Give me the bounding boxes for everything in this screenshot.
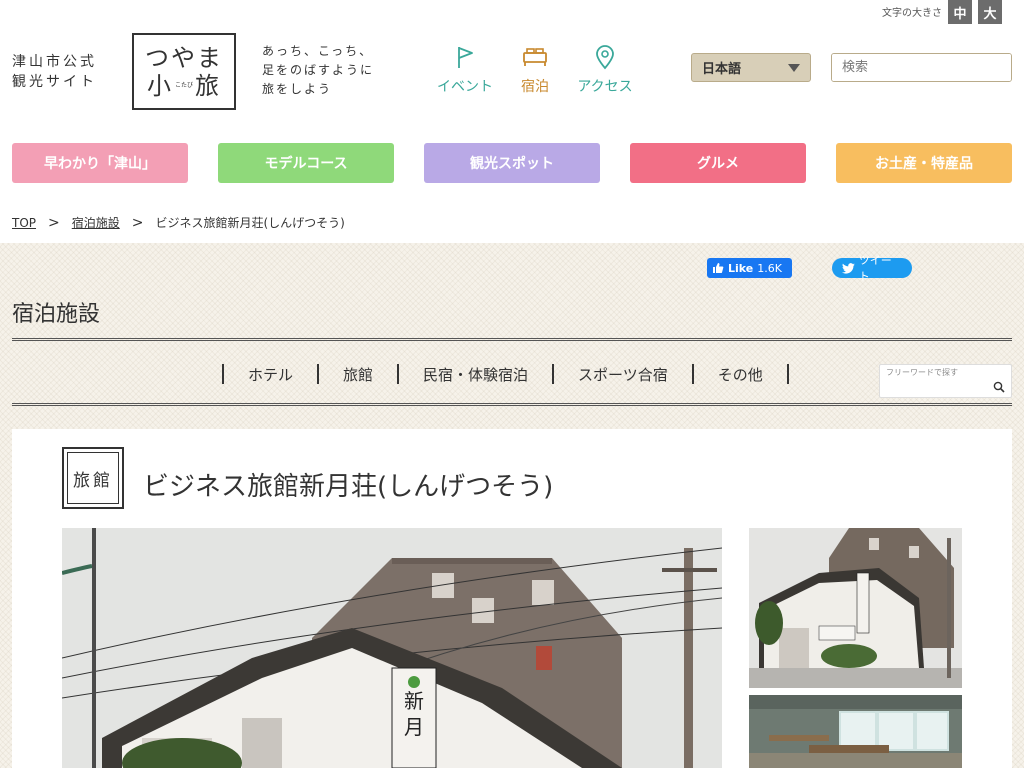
site-header: 津山市公式 観光サイト つやま 小 こたび 旅 あっち、こっち、 足をのばすよう… (0, 0, 1024, 130)
category-souvenir-button[interactable]: お土産・特産品 (836, 143, 1012, 183)
logo-right-char: 旅 (195, 71, 221, 100)
site-logo[interactable]: つやま 小 こたび 旅 (132, 33, 236, 110)
accommodation-subnav: ホテル 旅館 民宿・体験宿泊 スポーツ合宿 その他 (222, 362, 789, 386)
logo-bottom-text: 小 こたび 旅 (147, 72, 221, 100)
language-select[interactable]: 日本語 (691, 53, 811, 82)
category-gourmet-button[interactable]: グルメ (630, 143, 806, 183)
site-label-line2: 観光サイト (12, 74, 97, 90)
category-model-course-button[interactable]: モデルコース (218, 143, 394, 183)
breadcrumb-separator: > (131, 214, 144, 231)
building-photo: 新 月 (62, 528, 722, 768)
free-word-search-input[interactable] (886, 368, 991, 377)
nav-access[interactable]: アクセス (570, 44, 640, 96)
font-size-large-button[interactable]: 大 (978, 0, 1002, 24)
exterior-thumbnail-image (749, 528, 962, 688)
gallery-thumbnail[interactable] (749, 695, 962, 768)
search-input[interactable] (832, 54, 1011, 81)
nav-event[interactable]: イベント (430, 44, 500, 96)
divider (12, 338, 1012, 341)
category-overview-button[interactable]: 早わかり「津山」 (12, 143, 188, 183)
category-sightseeing-button[interactable]: 観光スポット (424, 143, 600, 183)
interior-thumbnail-image (749, 695, 962, 768)
nav-event-label: イベント (437, 79, 493, 95)
site-label-line1: 津山市公式 (12, 54, 97, 70)
header-nav: イベント 宿泊 アクセス (430, 44, 640, 96)
tweet-label: ツイート (858, 254, 892, 283)
language-value: 日本語 (702, 62, 742, 77)
page-title: 宿泊施設 (12, 302, 101, 327)
site-label: 津山市公式 観光サイト (12, 52, 97, 92)
map-pin-icon (596, 45, 614, 70)
subnav-minshuku[interactable]: 民宿・体験宿泊 (399, 364, 552, 385)
main-photo: 新 月 (62, 528, 722, 768)
logo-top-text: つやま (145, 43, 223, 72)
logo-left-char: 小 (146, 71, 173, 100)
facebook-like-button[interactable]: Like 1.6K (707, 258, 792, 278)
gallery-thumbnail[interactable] (749, 528, 962, 688)
subnav-ryokan[interactable]: 旅館 (319, 364, 397, 385)
breadcrumb-top-link[interactable]: TOP (12, 216, 36, 230)
nav-stay-label: 宿泊 (521, 79, 549, 95)
breadcrumb-parent-link[interactable]: 宿泊施設 (72, 214, 120, 231)
sign-text: 新 (404, 689, 424, 713)
breadcrumb-separator: > (48, 214, 60, 231)
subnav-sports-camp[interactable]: スポーツ合宿 (554, 364, 692, 385)
tagline-line2: 足をのばすように (262, 63, 375, 77)
tweet-button[interactable]: ツイート (832, 254, 912, 283)
site-search (831, 53, 1012, 82)
facebook-like-label: Like (728, 261, 754, 275)
tagline-line3: 旅をしよう (262, 82, 333, 96)
sign-text: 月 (404, 715, 424, 739)
free-word-search (879, 364, 1012, 398)
tagline: あっち、こっち、 足をのばすように 旅をしよう (262, 42, 374, 99)
divider (12, 403, 1012, 406)
breadcrumb-current: ビジネス旅館新月荘(しんげつそう) (155, 216, 345, 230)
thumbs-up-icon (713, 263, 724, 273)
breadcrumb: TOP > 宿泊施設 > ビジネス旅館新月荘(しんげつそう) (12, 214, 345, 231)
bed-icon (523, 48, 547, 66)
category-badge: 旅館 (62, 447, 124, 509)
tagline-line1: あっち、こっち、 (262, 44, 374, 58)
font-size-label: 文字の大きさ (882, 8, 942, 19)
search-icon[interactable] (993, 381, 1005, 393)
divider (786, 364, 789, 384)
chevron-down-icon (788, 63, 800, 72)
facebook-like-count: 1.6K (757, 261, 782, 275)
logo-ruby: こたび (174, 81, 193, 89)
flag-icon (458, 47, 473, 68)
subnav-hotel[interactable]: ホテル (224, 364, 317, 385)
nav-access-label: アクセス (577, 79, 633, 95)
detail-title: ビジネス旅館新月荘(しんげつそう) (143, 472, 554, 502)
twitter-bird-icon (842, 262, 855, 274)
font-size-medium-button[interactable]: 中 (948, 0, 972, 24)
subnav-other[interactable]: その他 (694, 364, 787, 385)
nav-stay[interactable]: 宿泊 (500, 44, 570, 96)
category-nav: 早わかり「津山」 モデルコース 観光スポット グルメ お土産・特産品 (12, 143, 1012, 183)
